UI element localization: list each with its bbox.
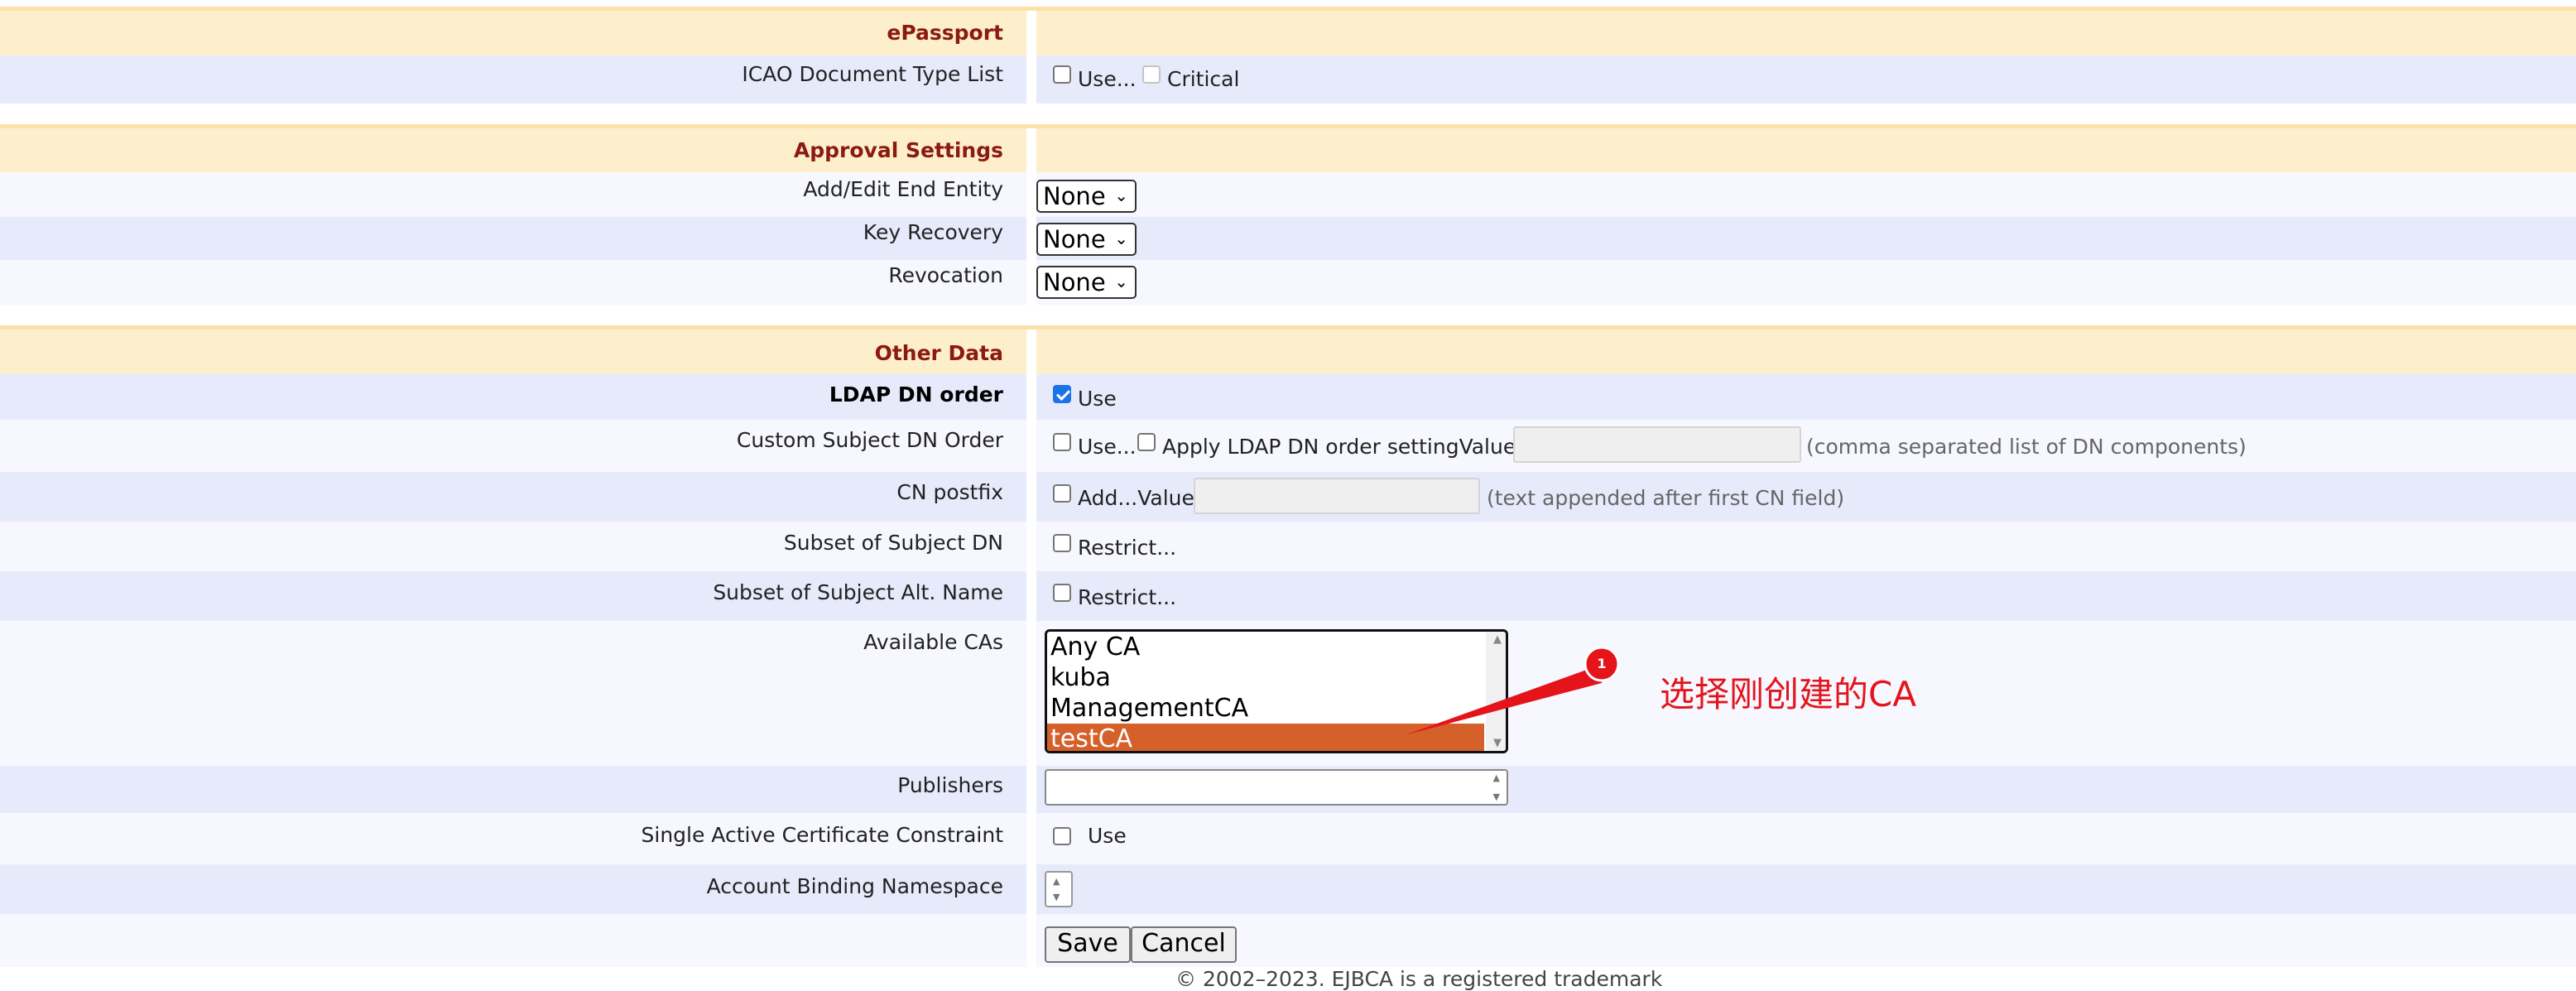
field-label: Key Recovery: [863, 220, 1003, 244]
callout-pointer: [1405, 662, 1608, 735]
divider: [1026, 260, 1036, 305]
field-label: Subset of Subject Alt. Name: [713, 580, 1003, 604]
icao-critical-checkbox[interactable]: [1142, 65, 1161, 84]
field-label: LDAP DN order: [829, 382, 1003, 407]
custom-dn-use-label: Use...: [1078, 435, 1137, 459]
divider: [1026, 864, 1036, 914]
field-label: ICAO Document Type List: [742, 62, 1003, 86]
select-value: None: [1043, 182, 1106, 210]
divider: [1026, 55, 1036, 103]
annotation-callout: [1405, 646, 1620, 735]
divider: [1026, 766, 1036, 813]
icao-use-checkbox[interactable]: [1053, 65, 1071, 84]
custom-dn-order-input[interactable]: [1513, 426, 1801, 463]
divider: [1026, 128, 1036, 173]
row-key-recovery: Key Recovery None ⌄: [0, 217, 2576, 260]
divider: [1026, 813, 1036, 864]
select-value: None: [1043, 225, 1106, 253]
chevron-down-icon: ⌄: [1114, 229, 1128, 248]
divider: [1026, 522, 1036, 571]
row-revocation: Revocation None ⌄: [0, 260, 2576, 305]
divider: [1026, 621, 1036, 766]
select-value: None: [1043, 268, 1106, 296]
row-actions: Save Cancel: [0, 914, 2576, 967]
field-label: Custom Subject DN Order: [736, 428, 1003, 452]
field-label: Revocation: [888, 263, 1003, 287]
section-epassport: ePassport: [0, 7, 2576, 55]
divider: [1026, 374, 1036, 420]
cancel-button[interactable]: Cancel: [1131, 926, 1237, 963]
row-icao: ICAO Document Type List Use... Critical: [0, 55, 2576, 103]
row-custom-subject-dn-order: Custom Subject DN Order Use... Apply LDA…: [0, 420, 2576, 472]
row-add-edit-end-entity: Add/Edit End Entity None ⌄: [0, 172, 2576, 217]
field-label: Publishers: [897, 773, 1003, 797]
icao-use-label: Use...: [1078, 67, 1137, 91]
field-label: Available CAs: [863, 630, 1003, 654]
icao-critical-label: Critical: [1167, 67, 1240, 91]
spin-up-icon[interactable]: ▲: [1053, 876, 1060, 887]
single-active-use-checkbox[interactable]: [1053, 827, 1071, 845]
subset-subject-dn-restrict-label: Restrict...: [1078, 536, 1177, 560]
publishers-listbox[interactable]: ▲ ▼: [1045, 769, 1508, 806]
section-title: Other Data: [874, 341, 1003, 365]
apply-ldap-dn-order-label: Apply LDAP DN order settingValue: [1162, 435, 1516, 459]
add-edit-approval-select[interactable]: None ⌄: [1036, 180, 1137, 213]
row-publishers: Publishers ▲ ▼: [0, 766, 2576, 813]
spin-down-icon[interactable]: ▼: [1493, 791, 1500, 802]
row-account-binding-namespace: Account Binding Namespace ▲ ▼: [0, 864, 2576, 914]
footer-text: © 2002–2023. EJBCA is a registered trade…: [1175, 967, 1663, 991]
cn-postfix-add-label: Add...Value: [1078, 486, 1194, 510]
annotation-badge-number: 1: [1597, 656, 1607, 671]
divider: [1026, 11, 1036, 55]
subset-alt-name-restrict-label: Restrict...: [1078, 585, 1177, 609]
apply-ldap-dn-order-checkbox[interactable]: [1137, 433, 1156, 451]
subset-subject-dn-checkbox[interactable]: [1053, 534, 1071, 552]
field-label: Single Active Certificate Constraint: [641, 823, 1004, 847]
divider: [1026, 217, 1036, 260]
row-ldap-dn-order: LDAP DN order Use: [0, 374, 2576, 420]
key-recovery-approval-select[interactable]: None ⌄: [1036, 223, 1137, 256]
annotation-text: 选择刚创建的CA: [1660, 674, 1917, 714]
account-binding-namespace-listbox[interactable]: ▲ ▼: [1045, 871, 1073, 907]
save-button[interactable]: Save: [1045, 926, 1131, 963]
row-cn-postfix: CN postfix Add...Value (text appended af…: [0, 472, 2576, 522]
divider: [1026, 914, 1036, 967]
ldap-dn-order-use-label: Use: [1078, 387, 1117, 411]
divider: [1026, 330, 1036, 374]
spin-down-icon[interactable]: ▼: [1053, 892, 1060, 902]
row-available-cas: Available CAs Any CA kuba ManagementCA t…: [0, 621, 2576, 766]
divider: [1026, 420, 1036, 472]
cn-postfix-add-checkbox[interactable]: [1053, 484, 1071, 503]
ldap-dn-order-checkbox[interactable]: [1053, 385, 1071, 403]
field-label: Add/Edit End Entity: [803, 177, 1003, 201]
chevron-down-icon: ⌄: [1114, 185, 1128, 205]
field-label: Subset of Subject DN: [783, 531, 1003, 555]
cn-postfix-hint: (text appended after first CN field): [1487, 486, 1845, 510]
cn-postfix-value-input[interactable]: [1194, 478, 1480, 514]
custom-dn-use-checkbox[interactable]: [1053, 433, 1071, 451]
revocation-approval-select[interactable]: None ⌄: [1036, 266, 1137, 299]
scroll-down-icon[interactable]: ▼: [1493, 737, 1502, 749]
field-label: CN postfix: [896, 480, 1003, 504]
divider: [1026, 571, 1036, 621]
field-label: Account Binding Namespace: [706, 874, 1003, 898]
section-approval: Approval Settings: [0, 124, 2576, 173]
subset-alt-name-checkbox[interactable]: [1053, 584, 1071, 602]
row-subset-alt-name: Subset of Subject Alt. Name Restrict...: [0, 571, 2576, 621]
spin-up-icon[interactable]: ▲: [1493, 772, 1500, 783]
row-subset-subject-dn: Subset of Subject DN Restrict...: [0, 522, 2576, 571]
section-title: Approval Settings: [793, 138, 1003, 162]
divider: [1026, 172, 1036, 217]
section-title: ePassport: [887, 21, 1003, 45]
section-other-data: Other Data: [0, 325, 2576, 374]
single-active-use-label: Use: [1088, 824, 1127, 848]
chevron-down-icon: ⌄: [1114, 272, 1128, 291]
divider: [1026, 472, 1036, 522]
custom-dn-order-hint: (comma separated list of DN components): [1806, 435, 2247, 459]
row-single-active-certificate: Single Active Certificate Constraint Use: [0, 813, 2576, 864]
